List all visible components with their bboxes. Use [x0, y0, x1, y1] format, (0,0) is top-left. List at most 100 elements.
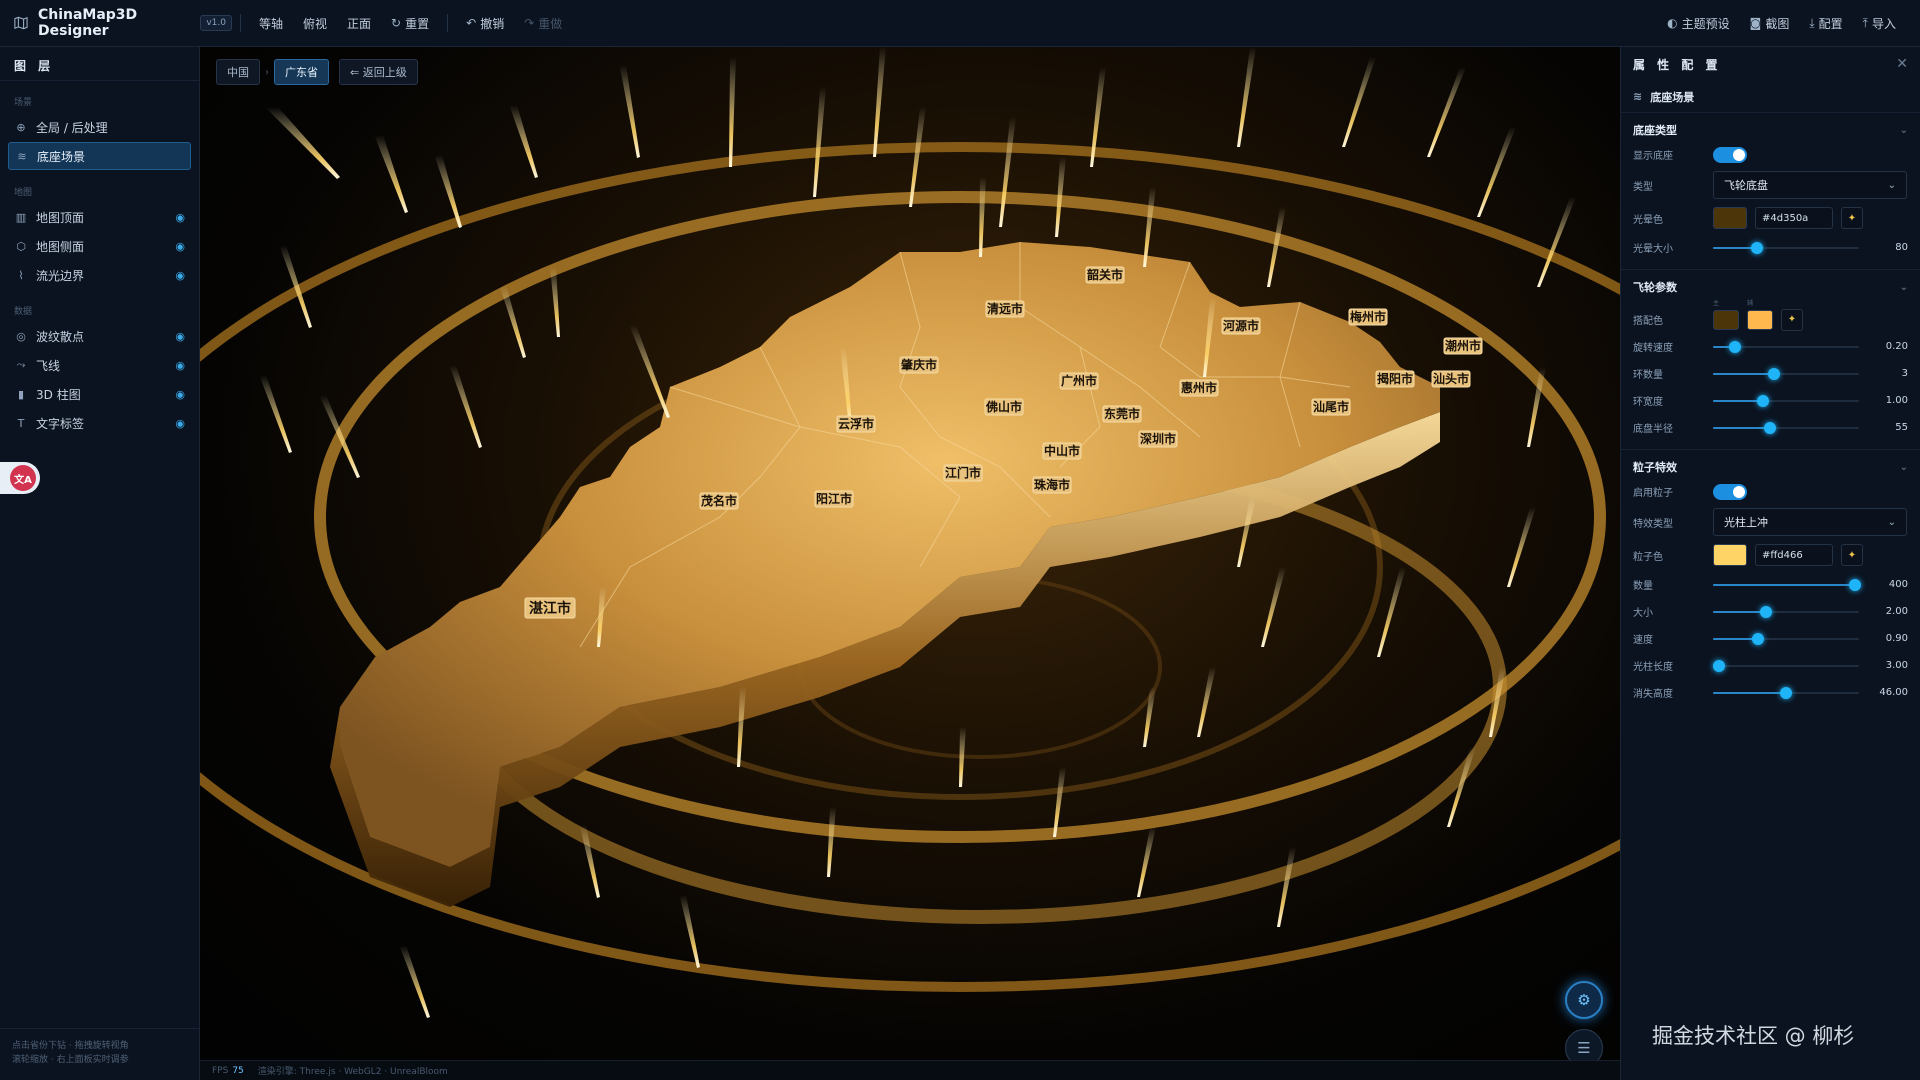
layer-item-text-labels[interactable]: T 文字标签 ◉ — [8, 409, 191, 437]
data-fab[interactable]: ☰ — [1565, 1029, 1603, 1060]
map-canvas[interactable]: 韶关市 清远市 梅州市 河源市 潮州市 肇庆市 广州市 惠州市 揭阳市 汕头市 … — [200, 47, 1620, 1060]
layer-group-scene: 场景 — [14, 98, 33, 108]
city-label-zhongshan[interactable]: 中山市 — [1042, 442, 1082, 460]
wheel-slider[interactable] — [1713, 421, 1859, 435]
particle-slider[interactable] — [1713, 605, 1859, 619]
back-button[interactable]: ⇐ 返回上级 — [339, 59, 418, 85]
palette-icon: ◐ — [1667, 16, 1678, 30]
import-button[interactable]: ⤒ 导入 — [1853, 9, 1906, 37]
city-label-shantou[interactable]: 汕头市 — [1431, 370, 1471, 388]
eye-icon[interactable]: ◉ — [175, 330, 185, 343]
base-type-select[interactable]: 飞轮底盘 ⌄ — [1713, 171, 1907, 199]
city-label-shaoguan[interactable]: 韶关市 — [1085, 266, 1125, 284]
undo-icon: ↶ — [466, 16, 477, 30]
view-isometric-button[interactable]: 等轴 — [249, 9, 293, 37]
breadcrumb-item-guangdong[interactable]: 广东省 — [274, 59, 329, 85]
city-label-shenzhen[interactable]: 深圳市 — [1138, 430, 1178, 448]
halo-size-slider[interactable] — [1713, 241, 1859, 255]
city-label-shanwei[interactable]: 汕尾市 — [1311, 398, 1351, 416]
particle-beam — [1427, 67, 1466, 157]
field-label: 消失高度 — [1633, 689, 1673, 700]
section-header[interactable]: 飞轮参数 ⌄ — [1633, 276, 1908, 298]
eye-icon[interactable]: ◉ — [175, 211, 185, 224]
particle-slider-row: 数量 400 — [1633, 571, 1908, 598]
city-label-heyuan[interactable]: 河源市 — [1221, 317, 1261, 335]
field-label: 大小 — [1633, 608, 1653, 619]
layer-item-3d-bars[interactable]: ▮ 3D 柱图 ◉ — [8, 380, 191, 408]
sparkle-icon[interactable]: ✦ — [1781, 308, 1803, 331]
guangdong-map[interactable] — [330, 242, 1440, 907]
wheel-slider[interactable] — [1713, 394, 1859, 408]
city-label-yangjiang[interactable]: 阳江市 — [814, 490, 854, 508]
city-label-huizhou[interactable]: 惠州市 — [1179, 379, 1219, 397]
city-label-yunfu[interactable]: 云浮市 — [836, 415, 876, 433]
primary-color-swatch[interactable] — [1713, 309, 1739, 330]
city-label-jieyang[interactable]: 揭阳市 — [1375, 370, 1415, 388]
particle-color-swatch[interactable] — [1713, 544, 1747, 566]
settings-fab[interactable]: ⚙ — [1565, 981, 1603, 1019]
particle-color-input[interactable]: #ffd466 — [1755, 544, 1833, 566]
city-label-jiangmen[interactable]: 江门市 — [943, 464, 983, 482]
halo-color-swatch[interactable] — [1713, 207, 1747, 229]
eye-icon[interactable]: ◉ — [175, 269, 185, 282]
city-label-guangzhou[interactable]: 广州市 — [1059, 372, 1099, 390]
section-header[interactable]: 粒子特效 ⌄ — [1633, 456, 1908, 478]
export-config-button[interactable]: ⤓ 配置 — [1799, 9, 1852, 37]
field-label: 启用粒子 — [1633, 488, 1673, 499]
layer-item-map-top[interactable]: ▥ 地图顶面 ◉ — [8, 203, 191, 231]
layer-item-flow-border[interactable]: ⌇ 流光边界 ◉ — [8, 261, 191, 289]
halo-color-input[interactable]: #4d350a — [1755, 207, 1833, 229]
particle-slider[interactable] — [1713, 578, 1861, 592]
section-header[interactable]: 底座类型 ⌄ — [1633, 119, 1908, 141]
undo-button[interactable]: ↶ 撤销 — [456, 9, 514, 37]
show-base-toggle[interactable] — [1713, 146, 1747, 163]
redo-label: 重做 — [538, 16, 563, 31]
wheel-slider[interactable] — [1713, 340, 1859, 354]
secondary-color-swatch[interactable] — [1747, 309, 1773, 330]
enable-particles-toggle[interactable] — [1713, 483, 1747, 500]
particle-slider[interactable] — [1712, 659, 1859, 673]
layer-item-base-scene[interactable]: ≋ 底座场景 — [8, 142, 191, 170]
view-front-button[interactable]: 正面 — [337, 9, 381, 37]
translate-button[interactable]: 文A — [0, 462, 40, 494]
layer-item-global[interactable]: ⊕ 全局 / 后处理 — [8, 113, 191, 141]
city-label-foshan[interactable]: 佛山市 — [984, 398, 1024, 416]
city-label-zhuhai[interactable]: 珠海市 — [1032, 476, 1072, 494]
layer-item-flylines[interactable]: ⤳ 飞线 ◉ — [8, 351, 191, 379]
sparkle-icon[interactable]: ✦ — [1841, 544, 1863, 566]
eye-icon[interactable]: ◉ — [175, 417, 185, 430]
redo-button[interactable]: ↷ 重做 — [514, 9, 572, 37]
eye-icon[interactable]: ◉ — [175, 240, 185, 253]
eye-icon[interactable]: ◉ — [175, 388, 185, 401]
section-title: 底座类型 — [1633, 124, 1677, 137]
chevron-down-icon: ⌄ — [1899, 281, 1908, 293]
sparkle-icon[interactable]: ✦ — [1841, 207, 1863, 229]
particle-slider[interactable] — [1713, 632, 1859, 646]
city-label-zhaoqing[interactable]: 肇庆市 — [899, 356, 939, 374]
particle-slider[interactable] — [1713, 686, 1859, 700]
city-label-meizhou[interactable]: 梅州市 — [1348, 308, 1388, 326]
screenshot-button[interactable]: ◙ 截图 — [1740, 9, 1800, 37]
city-label-qingyuan[interactable]: 清远市 — [985, 300, 1025, 318]
city-name: 揭阳市 — [1377, 371, 1413, 386]
reset-button[interactable]: ↻ 重置 — [381, 9, 439, 37]
city-name: 惠州市 — [1181, 380, 1217, 395]
particle-beam — [435, 155, 462, 228]
toolbar-divider — [447, 14, 449, 32]
close-icon[interactable]: ✕ — [1896, 56, 1908, 72]
theme-preset-label: 主题预设 — [1681, 16, 1730, 31]
city-label-dongguan[interactable]: 东莞市 — [1102, 405, 1142, 423]
particle-beam — [827, 807, 836, 877]
breadcrumb-item-china[interactable]: 中国 — [216, 59, 260, 85]
city-label-maoming[interactable]: 茂名市 — [699, 492, 739, 510]
city-label-chaozhou[interactable]: 潮州市 — [1443, 337, 1483, 355]
theme-preset-button[interactable]: ◐ 主题预设 — [1657, 9, 1740, 37]
view-top-button[interactable]: 俯视 — [293, 9, 337, 37]
eye-icon[interactable]: ◉ — [175, 359, 185, 372]
layer-item-map-side[interactable]: ⬡ 地图侧面 ◉ — [8, 232, 191, 260]
layer-item-ripple-points[interactable]: ◎ 波纹散点 ◉ — [8, 322, 191, 350]
map-viewport[interactable]: 韶关市 清远市 梅州市 河源市 潮州市 肇庆市 广州市 惠州市 揭阳市 汕头市 … — [200, 47, 1620, 1060]
city-label-zhanjiang[interactable]: 湛江市 — [524, 597, 576, 619]
effect-type-select[interactable]: 光柱上冲 ⌄ — [1713, 508, 1907, 536]
wheel-slider[interactable] — [1713, 367, 1859, 381]
